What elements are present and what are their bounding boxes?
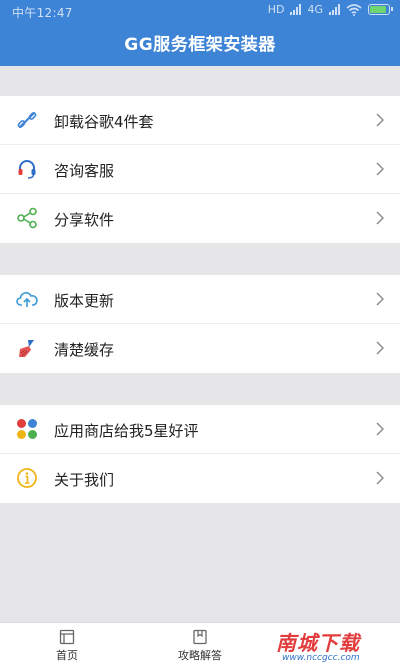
signal-icon <box>290 4 302 15</box>
menu-item-rate-app[interactable]: 应用商店给我5星好评 <box>0 405 400 454</box>
chevron-right-icon <box>376 162 384 176</box>
chevron-right-icon <box>376 471 384 485</box>
menu-item-label: 关于我们 <box>54 471 115 489</box>
menu-item-label: 应用商店给我5星好评 <box>54 422 199 440</box>
link-icon <box>17 112 37 128</box>
tab-guide[interactable]: 攻略解答 <box>155 623 245 666</box>
book-icon <box>193 629 207 645</box>
home-icon <box>59 629 75 645</box>
menu-item-about[interactable]: 关于我们 <box>0 454 400 503</box>
menu-section-1: 卸载谷歌4件套 咨询客服 分享软件 <box>0 96 400 243</box>
page-title: GG服务框架安装器 <box>124 35 276 55</box>
menu-item-customer-service[interactable]: 咨询客服 <box>0 145 400 194</box>
tab-label: 攻略解答 <box>178 649 222 662</box>
status-bar: 中午12:47 HD 4G <box>0 0 400 22</box>
menu-item-share[interactable]: 分享软件 <box>0 194 400 243</box>
app-header: 中午12:47 HD 4G GG服务框架安装器 <box>0 0 400 66</box>
battery-icon <box>368 4 393 15</box>
watermark: 南城下载 www.nccgcc.com <box>276 627 394 665</box>
network-type: 4G <box>307 3 323 16</box>
signal-icon-2 <box>329 4 340 15</box>
tab-label: 首页 <box>56 649 78 662</box>
chevron-right-icon <box>376 422 384 436</box>
share-icon <box>17 207 37 229</box>
watermark-url: www.nccgcc.com <box>282 653 360 663</box>
chevron-right-icon <box>376 211 384 225</box>
chevron-right-icon <box>376 292 384 306</box>
app-store-icon <box>17 419 37 439</box>
status-time: 中午12:47 <box>12 6 73 20</box>
chevron-right-icon <box>376 113 384 127</box>
chevron-right-icon <box>376 341 384 355</box>
hd-indicator: HD <box>267 3 285 16</box>
menu-item-label: 卸载谷歌4件套 <box>54 113 154 131</box>
status-icons: HD 4G <box>267 3 393 16</box>
wifi-icon <box>346 3 362 16</box>
tab-home[interactable]: 首页 <box>22 623 112 666</box>
menu-item-label: 版本更新 <box>54 292 115 310</box>
menu-item-label: 清楚缓存 <box>54 341 115 359</box>
menu-section-2: 版本更新 清楚缓存 <box>0 275 400 373</box>
broom-icon <box>19 340 34 357</box>
cloud-upload-icon <box>16 292 38 307</box>
menu-item-clear-cache[interactable]: 清楚缓存 <box>0 324 400 373</box>
menu-item-label: 咨询客服 <box>54 162 115 180</box>
menu-item-version-update[interactable]: 版本更新 <box>0 275 400 324</box>
bottom-tab-bar: 首页 攻略解答 南城下载 www.nccgcc.com <box>0 622 400 666</box>
menu-item-label: 分享软件 <box>54 211 115 229</box>
menu-item-uninstall-google[interactable]: 卸载谷歌4件套 <box>0 96 400 145</box>
headset-icon <box>18 160 36 179</box>
info-icon <box>17 468 37 488</box>
menu-section-3: 应用商店给我5星好评 关于我们 <box>0 405 400 503</box>
watermark-text: 南城下载 <box>276 631 360 655</box>
